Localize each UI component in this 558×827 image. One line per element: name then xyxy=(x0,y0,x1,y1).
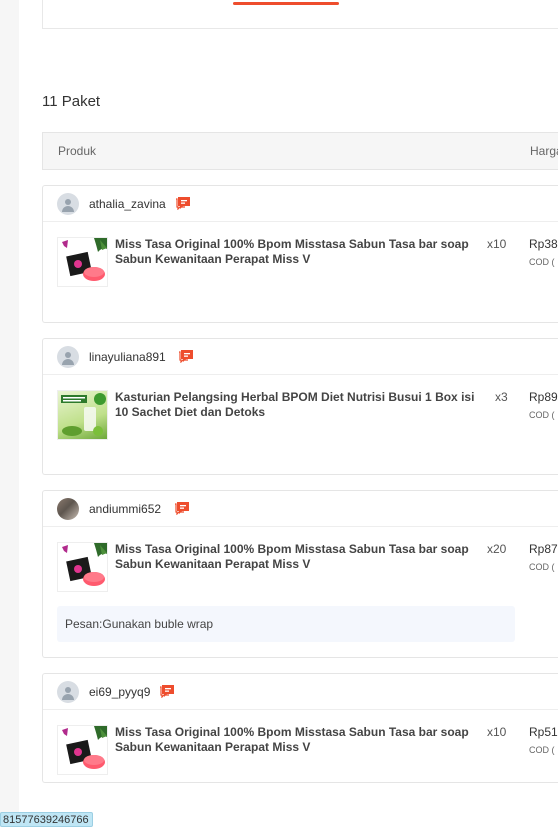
product-name[interactable]: Kasturian Pelangsing Herbal BPOM Diet Nu… xyxy=(115,390,483,420)
payment-method: COD ( xyxy=(529,410,555,420)
payment-method: COD ( xyxy=(529,257,555,267)
order-card: athalia_zavina Miss Tasa Original 100% B… xyxy=(42,185,558,323)
left-rail xyxy=(0,0,19,827)
column-header-price: Harga xyxy=(530,144,558,158)
order-header: ei69_pyyq9 xyxy=(43,674,558,710)
tracking-number-tooltip: 81577639246766 xyxy=(0,812,93,827)
order-item: Miss Tasa Original 100% Bpom Misstasa Sa… xyxy=(43,710,558,775)
chat-icon[interactable] xyxy=(159,684,175,698)
default-avatar-icon xyxy=(57,193,79,215)
item-price: Rp89 xyxy=(529,390,558,404)
active-tab-indicator xyxy=(233,2,339,5)
buyer-username[interactable]: ei69_pyyq9 xyxy=(89,685,150,699)
item-quantity: x10 xyxy=(487,725,507,739)
chat-icon[interactable] xyxy=(178,349,194,363)
product-image[interactable] xyxy=(57,725,108,775)
item-quantity: x3 xyxy=(495,390,508,404)
order-item: Miss Tasa Original 100% Bpom Misstasa Sa… xyxy=(43,527,558,592)
buyer-username[interactable]: linayuliana891 xyxy=(89,350,166,364)
order-card: andiummi652 Miss Tasa Original 100% Bpom… xyxy=(42,490,558,658)
order-header: linayuliana891 xyxy=(43,339,558,375)
payment-method: COD ( xyxy=(529,745,555,755)
order-item: Kasturian Pelangsing Herbal BPOM Diet Nu… xyxy=(43,375,558,440)
product-name[interactable]: Miss Tasa Original 100% Bpom Misstasa Sa… xyxy=(115,237,483,267)
product-image[interactable] xyxy=(57,542,108,592)
payment-method: COD ( xyxy=(529,562,555,572)
buyer-username[interactable]: andiummi652 xyxy=(89,502,161,516)
status-tabs xyxy=(42,0,558,29)
buyer-username[interactable]: athalia_zavina xyxy=(89,197,166,211)
order-card: linayuliana891 Kasturian Pelangsing Herb… xyxy=(42,338,558,475)
item-quantity: x10 xyxy=(487,237,507,251)
item-price: Rp87 xyxy=(529,542,558,556)
order-header: athalia_zavina xyxy=(43,186,558,222)
package-count: 11 Paket xyxy=(42,93,101,110)
product-name[interactable]: Miss Tasa Original 100% Bpom Misstasa Sa… xyxy=(115,542,483,572)
buyer-photo-avatar xyxy=(57,498,79,520)
item-price: Rp51 xyxy=(529,725,558,739)
order-card: ei69_pyyq9 Miss Tasa Original 100% Bpom … xyxy=(42,673,558,783)
table-header: Produk Harga xyxy=(42,132,558,170)
buyer-note: Pesan:Gunakan buble wrap xyxy=(57,606,515,642)
order-item: Miss Tasa Original 100% Bpom Misstasa Sa… xyxy=(43,222,558,287)
default-avatar-icon xyxy=(57,346,79,368)
main-content: 11 Paket Produk Harga athalia_zavina xyxy=(19,0,558,827)
product-image[interactable] xyxy=(57,390,108,440)
product-name[interactable]: Miss Tasa Original 100% Bpom Misstasa Sa… xyxy=(115,725,483,755)
chat-icon[interactable] xyxy=(174,501,190,515)
chat-icon[interactable] xyxy=(175,196,191,210)
item-quantity: x20 xyxy=(487,542,507,556)
column-header-product: Produk xyxy=(58,144,97,158)
product-image[interactable] xyxy=(57,237,108,287)
order-header: andiummi652 xyxy=(43,491,558,527)
item-price: Rp38 xyxy=(529,237,558,251)
default-avatar-icon xyxy=(57,681,79,703)
page: 11 Paket Produk Harga athalia_zavina xyxy=(0,0,558,827)
